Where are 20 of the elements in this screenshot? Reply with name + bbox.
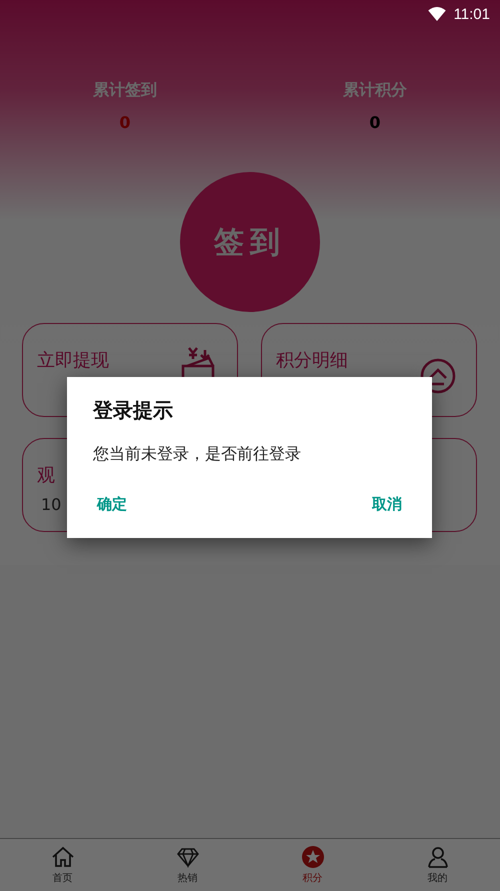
sign-in-button[interactable]: 签到 <box>180 172 320 312</box>
user-icon <box>426 845 450 869</box>
card-title: 积分明细 <box>276 349 348 372</box>
card-title: 观 <box>37 464 56 487</box>
stat-label: 累计积分 <box>343 80 407 101</box>
confirm-button[interactable]: 确定 <box>93 491 131 518</box>
card-subtitle: 10 <box>40 495 62 514</box>
card-title: 立即提现 <box>37 349 109 372</box>
tab[interactable]: 首页 <box>0 839 125 891</box>
cancel-button[interactable]: 取消 <box>368 491 406 518</box>
stat-value: 0 <box>119 113 131 132</box>
home-icon <box>50 845 74 869</box>
tab[interactable]: 积分 <box>250 839 375 891</box>
status-time: 11:01 <box>454 6 490 22</box>
tab[interactable]: 我的 <box>375 839 500 891</box>
stat-label: 累计签到 <box>93 80 157 101</box>
tab[interactable]: 热销 <box>125 839 250 891</box>
stat-value: 0 <box>369 113 381 132</box>
dialog-message: 您当前未登录，是否前往登录 <box>93 444 302 465</box>
wifi-icon <box>428 7 446 21</box>
